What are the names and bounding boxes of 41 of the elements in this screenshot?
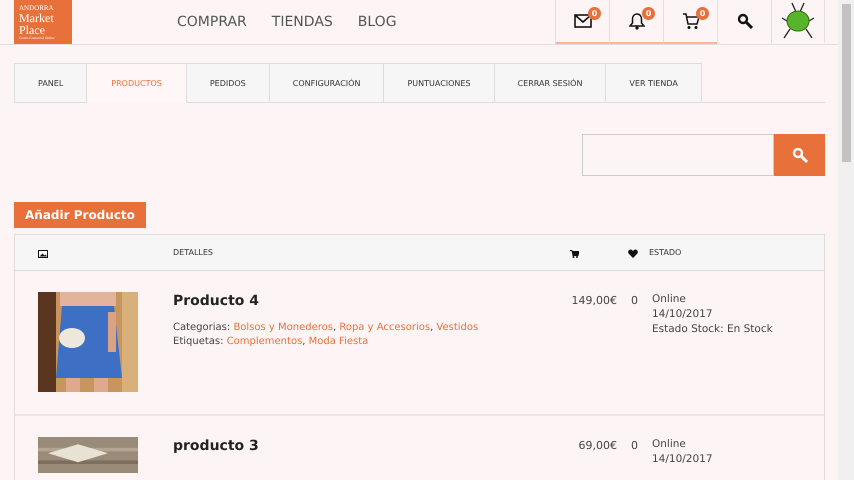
likes-count: 0: [631, 439, 639, 453]
tab[interactable]: VER TIENDA: [605, 63, 702, 102]
tab[interactable]: PEDIDOS: [186, 63, 270, 102]
bell-icon: [628, 12, 644, 30]
tab[interactable]: CONFIGURACIÓN: [268, 63, 384, 102]
count-badge: 0: [696, 7, 709, 20]
price: 69,00€: [578, 439, 617, 453]
cart-icon: [682, 12, 700, 30]
avatar-button[interactable]: [771, 0, 825, 44]
status-text: 14/10/2017: [652, 307, 714, 322]
nav-link[interactable]: BLOG: [358, 14, 397, 30]
product-name[interactable]: Producto 4: [173, 293, 567, 309]
mail-icon: [574, 14, 592, 28]
count-badge: 0: [642, 7, 655, 20]
column-header: DETALLES: [173, 248, 214, 257]
categories-line: Categorias: Bolsos y Monederos, Ropa y Accesorios, Vestidos: [173, 321, 480, 335]
product-name[interactable]: producto 3: [173, 438, 567, 454]
heart-icon: [628, 249, 638, 258]
status-text: Online: [652, 437, 687, 452]
status-text: Online: [652, 292, 687, 307]
search-icon: [792, 147, 808, 163]
search-icon: [736, 13, 752, 29]
scroll-thumb[interactable]: [842, 4, 850, 162]
count-badge: 0: [588, 7, 601, 20]
scrollbar[interactable]: [838, 0, 854, 480]
logo-title: Market Place: [19, 12, 54, 36]
status-text: 14/10/2017: [652, 452, 714, 467]
likes-count: 0: [631, 294, 639, 308]
column-header: ESTADO: [649, 248, 682, 257]
status-text: Estado Stock: En Stock: [652, 322, 774, 337]
image-icon: [38, 250, 48, 258]
tags-line: Etiquetas: Complementos, Moda Fiesta: [173, 335, 370, 349]
nav-link[interactable]: TIENDAS: [272, 14, 333, 30]
bug-mascot-icon: [781, 1, 815, 41]
nav-link[interactable]: COMPRAR: [177, 14, 247, 30]
cart-icon: [570, 250, 579, 258]
tab[interactable]: CERRAR SESIÓN: [494, 63, 606, 102]
tab[interactable]: PUNTUACIONES: [383, 63, 495, 102]
tab[interactable]: PANEL: [14, 63, 88, 102]
price: 149,00€: [572, 294, 617, 308]
search-field[interactable]: [582, 134, 774, 176]
